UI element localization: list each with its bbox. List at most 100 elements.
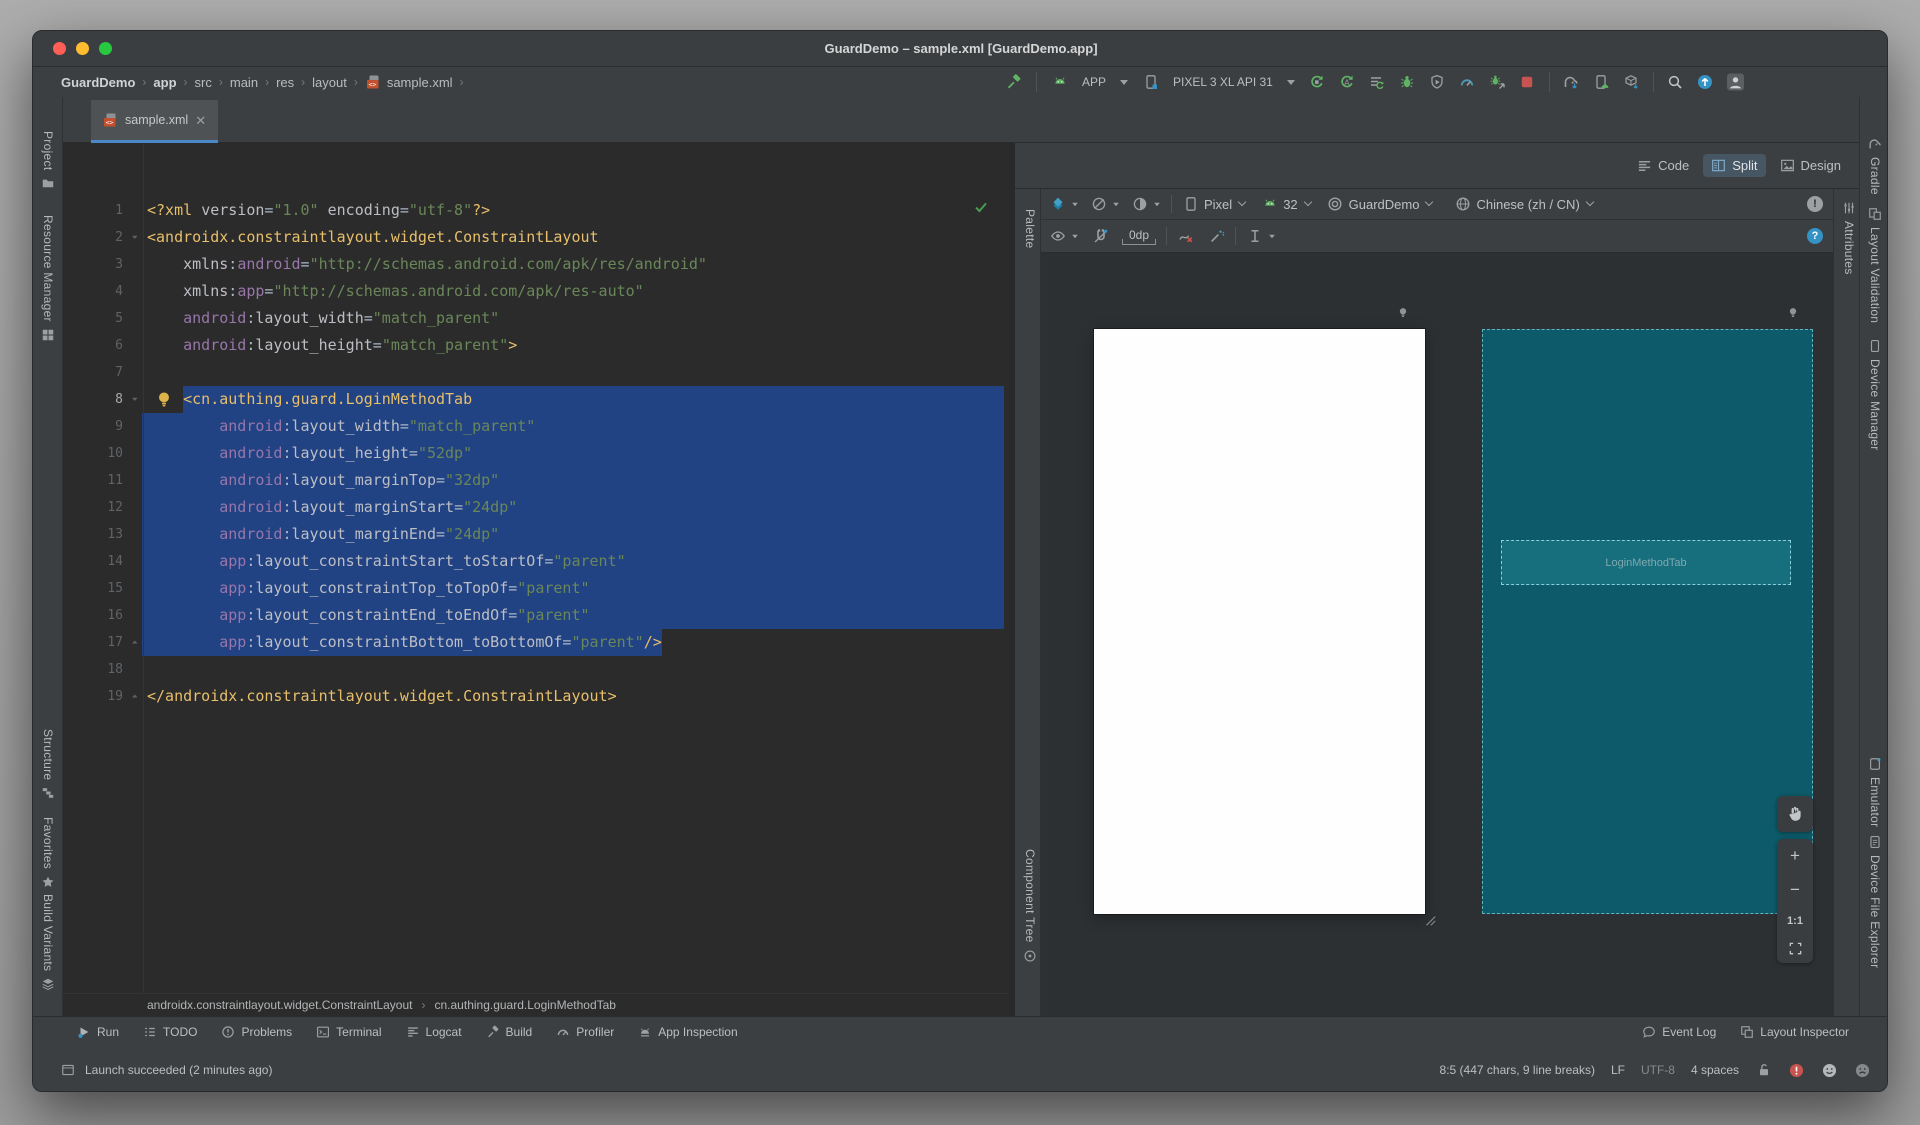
- toolwindow-button-profiler[interactable]: Profiler: [556, 1025, 614, 1039]
- fold-marker-icon[interactable]: [127, 224, 143, 251]
- zoom-out-button[interactable]: −: [1790, 880, 1800, 900]
- run-tasks-icon[interactable]: [1369, 74, 1386, 91]
- caret-position[interactable]: 8:5 (447 chars, 9 line breaks): [1440, 1063, 1595, 1077]
- autoconnect-off-icon[interactable]: [1092, 228, 1109, 245]
- default-margin-selector[interactable]: 0dp: [1122, 228, 1157, 245]
- sidebar-item-device-manager[interactable]: Device Manager: [1860, 339, 1887, 451]
- code-line-12[interactable]: 12 android:layout_marginStart="24dp": [63, 494, 1009, 521]
- sidebar-item-build-variants[interactable]: Build Variants: [33, 894, 63, 991]
- xml-breadcrumb-item[interactable]: androidx.constraintlayout.widget.Constra…: [147, 998, 413, 1012]
- code-line-17[interactable]: 17 app:layout_constraintBottom_toBottomO…: [63, 629, 1009, 656]
- code-line-8[interactable]: 8 <cn.authing.guard.LoginMethodTab: [63, 386, 1009, 413]
- code-line-3[interactable]: 3 xmlns:android="http://schemas.android.…: [63, 251, 1009, 278]
- tab-attributes[interactable]: Attributes: [1834, 201, 1864, 275]
- code-line-13[interactable]: 13 android:layout_marginEnd="24dp": [63, 521, 1009, 548]
- rerun-icon[interactable]: [1309, 74, 1326, 91]
- code-line-15[interactable]: 15 app:layout_constraintTop_toTopOf="par…: [63, 575, 1009, 602]
- device-manager-icon[interactable]: [1593, 74, 1610, 91]
- mode-split-button[interactable]: Split: [1703, 154, 1766, 177]
- zoom-in-button[interactable]: +: [1790, 846, 1800, 866]
- toolwindow-toggle-icon[interactable]: [59, 1062, 76, 1079]
- clear-constraints-icon[interactable]: [1177, 228, 1194, 245]
- inspection-ok-icon[interactable]: [973, 199, 989, 215]
- code-line-18[interactable]: 18: [63, 656, 1009, 683]
- toolwindow-button-app-inspection[interactable]: App Inspection: [638, 1025, 738, 1039]
- error-indicator-icon[interactable]: [1788, 1062, 1805, 1079]
- chevron-down-icon[interactable]: [1120, 79, 1129, 85]
- attach-debugger-icon[interactable]: [1489, 74, 1506, 91]
- mode-design-button[interactable]: Design: [1772, 154, 1849, 177]
- code-line-4[interactable]: 4 xmlns:app="http://schemas.android.com/…: [63, 278, 1009, 305]
- api-level-menu[interactable]: 32: [1261, 196, 1312, 213]
- code-line-6[interactable]: 6 android:layout_height="match_parent">: [63, 332, 1009, 359]
- toolwindow-button-terminal[interactable]: Terminal: [316, 1025, 382, 1039]
- sidebar-item-emulator[interactable]: Emulator: [1860, 757, 1887, 827]
- breadcrumb-item[interactable]: src: [195, 75, 212, 90]
- fold-marker-icon[interactable]: [127, 386, 143, 413]
- sdk-manager-icon[interactable]: [1623, 74, 1640, 91]
- zoom-ratio-button[interactable]: 1:1: [1787, 915, 1803, 927]
- sidebar-item-resource-manager[interactable]: Resource Manager: [33, 215, 63, 342]
- zoom-to-fit-icon[interactable]: [1788, 941, 1803, 956]
- locale-menu[interactable]: Chinese (zh / CN): [1454, 196, 1595, 213]
- toolwindow-button-build[interactable]: Build: [486, 1025, 532, 1039]
- search-everywhere-icon[interactable]: [1667, 74, 1684, 91]
- lock-open-icon[interactable]: [1755, 1062, 1772, 1079]
- theme-menu[interactable]: GuardDemo: [1327, 196, 1434, 213]
- close-tab-icon[interactable]: ✕: [195, 114, 206, 127]
- render-lamp-icon[interactable]: [1396, 305, 1410, 321]
- code-line-14[interactable]: 14 app:layout_constraintStart_toStartOf=…: [63, 548, 1009, 575]
- sidebar-item-gradle[interactable]: Gradle: [1860, 137, 1887, 195]
- sidebar-item-project[interactable]: Project: [33, 131, 63, 190]
- breadcrumb-item[interactable]: GuardDemo: [61, 75, 135, 90]
- sidebar-item-structure[interactable]: Structure: [33, 729, 63, 800]
- code-line-16[interactable]: 16 app:layout_constraintEnd_toEndOf="par…: [63, 602, 1009, 629]
- blueprint-preview-device[interactable]: LoginMethodTab: [1482, 329, 1813, 914]
- profile-icon[interactable]: [1459, 74, 1476, 91]
- code-editor[interactable]: 1 <?xml version="1.0" encoding="utf-8"?> 2…: [63, 143, 1009, 993]
- pan-tool-button[interactable]: [1777, 796, 1813, 832]
- toolwindow-button-todo[interactable]: TODO: [143, 1025, 197, 1039]
- debug-icon[interactable]: [1399, 74, 1416, 91]
- device-menu[interactable]: Pixel: [1182, 196, 1247, 213]
- pack-selection-icon[interactable]: [1246, 228, 1263, 245]
- titlebar[interactable]: GuardDemo – sample.xml [GuardDemo.app]: [33, 31, 1887, 67]
- profile-avatar-icon[interactable]: [1726, 73, 1744, 91]
- chevron-down-icon[interactable]: [1286, 79, 1295, 85]
- apply-code-changes-icon[interactable]: A: [1339, 74, 1356, 91]
- design-surface-selector-icon[interactable]: [1049, 196, 1066, 213]
- mode-code-button[interactable]: Code: [1629, 154, 1697, 177]
- xml-breadcrumb-item[interactable]: cn.authing.guard.LoginMethodTab: [435, 998, 616, 1012]
- run-config-selector[interactable]: APP: [1082, 75, 1106, 89]
- sidebar-item-device-file-explorer[interactable]: Device File Explorer: [1860, 835, 1887, 968]
- toolwindow-button-event-log[interactable]: Event Log: [1642, 1025, 1716, 1039]
- build-hammer-icon[interactable]: [1005, 74, 1022, 91]
- updates-icon[interactable]: [1697, 74, 1714, 91]
- help-badge[interactable]: ?: [1807, 228, 1823, 244]
- fold-marker-icon[interactable]: [127, 683, 143, 710]
- file-encoding[interactable]: UTF-8: [1641, 1063, 1675, 1077]
- code-line-1[interactable]: 1 <?xml version="1.0" encoding="utf-8"?>: [63, 197, 1009, 224]
- orientation-icon[interactable]: [1090, 196, 1107, 213]
- sidebar-item-favorites[interactable]: Favorites: [33, 817, 63, 889]
- indent-setting[interactable]: 4 spaces: [1691, 1063, 1739, 1077]
- breadcrumb-item[interactable]: <> sample.xml: [365, 74, 453, 91]
- device-selector[interactable]: PIXEL 3 XL API 31: [1173, 75, 1273, 89]
- feedback-happy-icon[interactable]: [1821, 1062, 1838, 1079]
- gradle-sync-icon[interactable]: [1563, 74, 1580, 91]
- toolwindow-button-run[interactable]: Run: [77, 1025, 119, 1039]
- breadcrumb-item[interactable]: res: [276, 75, 294, 90]
- run-with-coverage-icon[interactable]: [1429, 74, 1446, 91]
- view-options-icon[interactable]: [1049, 228, 1066, 245]
- breadcrumb-item[interactable]: layout: [312, 75, 347, 90]
- code-line-19[interactable]: 19 </androidx.constraintlayout.widget.Con…: [63, 683, 1009, 710]
- render-lamp-icon[interactable]: [1786, 305, 1800, 321]
- breadcrumb-item[interactable]: main: [230, 75, 258, 90]
- sidebar-item-layout-validation[interactable]: Layout Validation: [1860, 207, 1887, 323]
- code-line-5[interactable]: 5 android:layout_width="match_parent": [63, 305, 1009, 332]
- code-line-7[interactable]: 7: [63, 359, 1009, 386]
- code-line-2[interactable]: 2 <androidx.constraintlayout.widget.Const…: [63, 224, 1009, 251]
- night-mode-icon[interactable]: [1131, 196, 1148, 213]
- fold-marker-icon[interactable]: [127, 629, 143, 656]
- code-line-10[interactable]: 10 android:layout_height="52dp": [63, 440, 1009, 467]
